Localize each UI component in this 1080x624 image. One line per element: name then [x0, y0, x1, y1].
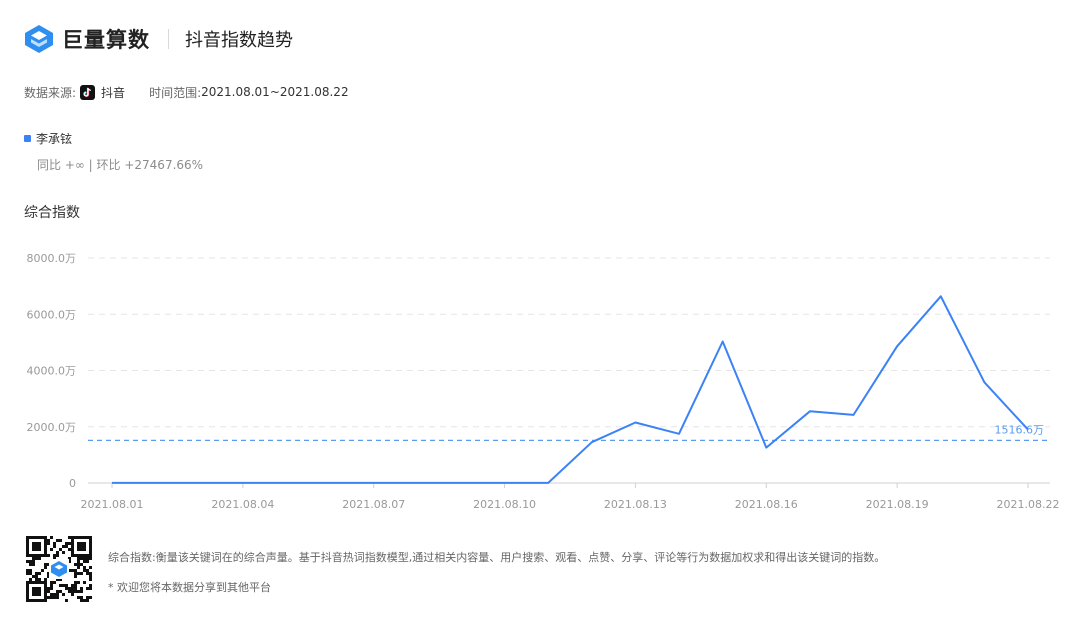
douyin-icon — [80, 84, 96, 100]
x-tick-label: 2021.08.13 — [604, 498, 667, 511]
index-description: 综合指数:衡量该关键词在的综合声量。基于抖音热词指数模型,通过相关内容量、用户搜… — [108, 551, 886, 564]
legend[interactable]: 李承铉 — [24, 130, 72, 147]
header-divider — [168, 29, 169, 49]
qr-code — [26, 536, 92, 602]
source-label: 数据来源: — [24, 85, 77, 100]
brand-name: 巨量算数 — [62, 28, 150, 52]
y-tick-label: 0 — [69, 477, 76, 490]
grid-layer — [88, 257, 1050, 428]
x-tick-label: 2021.08.10 — [473, 498, 536, 511]
data-point — [460, 482, 462, 484]
data-point — [852, 414, 854, 416]
range-value: 2021.08.01~2021.08.22 — [201, 85, 349, 99]
x-tick-label: 2021.08.01 — [81, 498, 144, 511]
y-tick-label: 4000.0万 — [27, 365, 77, 378]
y-tick-label: 8000.0万 — [27, 252, 77, 265]
data-point — [678, 433, 680, 435]
meta-row: 数据来源: 抖音 时间范围: 2021.08.01~2021.08.22 — [24, 82, 349, 102]
x-tick-label: 2021.08.19 — [866, 498, 929, 511]
data-point — [809, 410, 811, 412]
share-note: * 欢迎您将本数据分享到其他平台 — [108, 581, 271, 594]
data-point — [154, 482, 156, 484]
y-tick-label: 2000.0万 — [27, 421, 77, 434]
data-point — [591, 441, 593, 443]
data-point — [1027, 428, 1029, 430]
axis-layer: 0 2000.0万 4000.0万 6000.0万 8000.0万 2021.08.01 2… — [27, 252, 1060, 511]
x-tick-label: 2021.08.22 — [997, 498, 1060, 511]
data-point — [721, 340, 723, 342]
x-tick-label: 2021.08.04 — [211, 498, 274, 511]
legend-swatch — [24, 135, 31, 142]
data-point — [416, 482, 418, 484]
x-tick-label: 2021.08.07 — [342, 498, 405, 511]
data-point — [765, 446, 767, 448]
data-point — [983, 381, 985, 383]
line-chart: 0 2000.0万 4000.0万 6000.0万 8000.0万 2021.08.01 2… — [27, 252, 1060, 511]
data-point — [896, 345, 898, 347]
data-point — [329, 482, 331, 484]
data-point — [373, 482, 375, 484]
page-title: 抖音指数趋势 — [185, 30, 293, 51]
range-label: 时间范围: — [149, 85, 202, 100]
series-line — [112, 295, 1029, 484]
legend-label: 李承铉 — [36, 132, 73, 146]
platform-name: 抖音 — [101, 85, 126, 100]
average-layer: 1516.6万 — [88, 423, 1050, 441]
logo-icon — [25, 25, 53, 53]
data-point — [940, 295, 942, 297]
comparison-text: 同比 +∞ | 环比 +27467.66% — [37, 158, 204, 172]
series-layer — [111, 295, 1029, 484]
section-title: 综合指数 — [24, 205, 80, 221]
data-point — [285, 482, 287, 484]
y-tick-label: 6000.0万 — [27, 308, 77, 321]
data-point — [111, 482, 113, 484]
data-point — [242, 482, 244, 484]
data-point — [198, 482, 200, 484]
header: 巨量算数 抖音指数趋势 — [24, 22, 293, 56]
footer: 综合指数:衡量该关键词在的综合声量。基于抖音热词指数模型,通过相关内容量、用户搜… — [26, 536, 1066, 604]
data-point — [634, 421, 636, 423]
data-point — [547, 482, 549, 484]
data-point — [503, 482, 505, 484]
average-label: 1516.6万 — [995, 423, 1045, 436]
x-tick-label: 2021.08.16 — [735, 498, 798, 511]
